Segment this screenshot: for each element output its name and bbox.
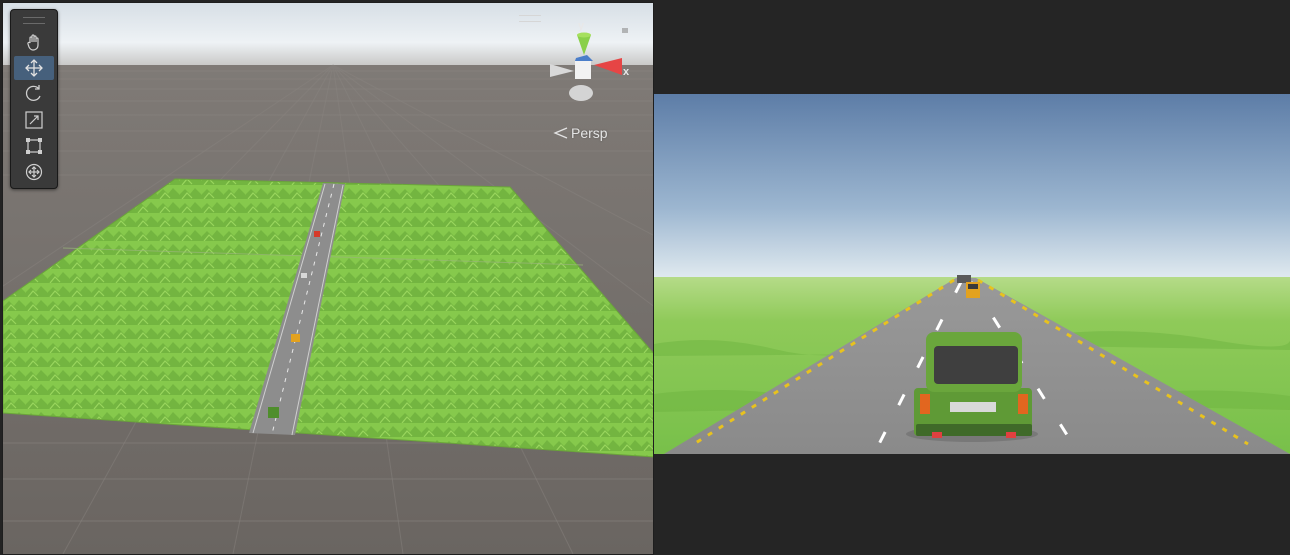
gizmo-y-cone[interactable] xyxy=(577,35,591,55)
yellow-car[interactable] xyxy=(291,334,300,342)
projection-label: Persp xyxy=(571,125,608,141)
overlay-menu-handle[interactable] xyxy=(519,15,541,22)
game-view-panel xyxy=(654,0,1290,555)
gizmo-x-cone[interactable] xyxy=(594,58,622,75)
rotate-icon xyxy=(25,85,41,101)
game-render xyxy=(654,94,1290,454)
hand-tool-button[interactable] xyxy=(14,30,54,54)
gizmo-x-label: x xyxy=(623,66,630,78)
gizmo-neg-x-cone[interactable] xyxy=(550,64,574,77)
transform-tool-button[interactable] xyxy=(14,160,54,184)
rect-tool-button[interactable] xyxy=(14,134,54,158)
distant-car xyxy=(957,275,971,283)
gizmo-center-cube[interactable] xyxy=(575,61,591,79)
scene-tools-toolbar xyxy=(10,9,58,189)
projection-toggle[interactable]: Persp xyxy=(553,125,608,141)
scene-view[interactable]: y x Persp xyxy=(2,2,654,555)
hand-icon xyxy=(27,34,39,51)
red-car[interactable] xyxy=(314,231,320,237)
scale-icon xyxy=(25,111,43,129)
green-car[interactable] xyxy=(268,407,279,418)
game-view[interactable] xyxy=(654,94,1290,454)
perspective-icon xyxy=(553,127,568,139)
transform-icon xyxy=(25,163,43,181)
gizmo-neg-y-cone[interactable] xyxy=(569,85,593,101)
move-tool-button[interactable] xyxy=(14,56,54,80)
white-car[interactable] xyxy=(301,273,307,278)
rotate-tool-button[interactable] xyxy=(14,82,54,106)
toolbar-grip[interactable] xyxy=(23,17,45,24)
move-icon xyxy=(25,59,43,77)
orientation-gizmo[interactable]: y x xyxy=(546,17,636,107)
scale-tool-button[interactable] xyxy=(14,108,54,132)
gizmo-y-label: y xyxy=(578,20,585,32)
rect-icon xyxy=(26,138,42,154)
